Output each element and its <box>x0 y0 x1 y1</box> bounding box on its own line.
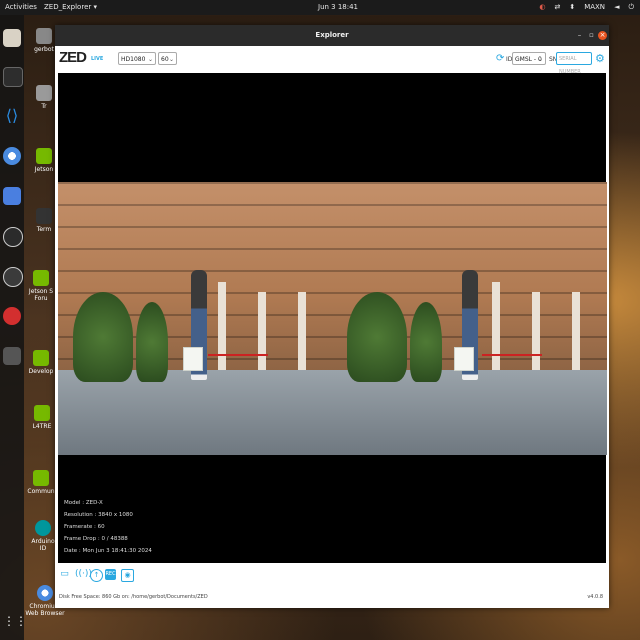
bag <box>454 347 474 371</box>
live-label: LIVE <box>91 56 104 62</box>
info-resolution: Resolution : 3840 x 1080 <box>64 512 133 518</box>
plant <box>73 292 133 382</box>
app-menu[interactable]: ZED_Explorer ▾ <box>44 0 97 15</box>
toolbar: ZED LIVE HD1080 ⌄ 60 ⌄ ⟳ ID GMSL - 0 ⌄ SN S… <box>55 46 609 75</box>
desktop-icon-arduino[interactable]: Arduino ID <box>28 520 58 552</box>
record-icon[interactable]: REC <box>105 569 116 580</box>
chevron-down-icon: ⌄ <box>537 56 543 63</box>
zed-logo: ZED <box>59 49 87 66</box>
desktop-icon-home[interactable]: gerbot <box>30 28 58 53</box>
desktop-icon-developer[interactable]: Develop <box>26 350 56 375</box>
video-viewer[interactable]: Model : ZED-X Resolution : 3840 x 1080 F… <box>58 73 607 563</box>
clock[interactable]: Jun 3 18:41 <box>318 0 358 15</box>
plant <box>410 302 442 382</box>
camera-select[interactable]: GMSL - 0 ⌄ <box>512 52 546 65</box>
power-icon[interactable]: ⏻ <box>628 0 634 15</box>
fps-select[interactable]: 60 ⌄ <box>158 52 177 65</box>
maximize-icon[interactable]: ▫ <box>587 31 596 40</box>
minimize-icon[interactable]: – <box>575 31 584 40</box>
plant <box>136 302 168 382</box>
activities-button[interactable]: Activities <box>5 0 37 15</box>
desktop-icon-jetson[interactable]: Jetson <box>30 148 58 173</box>
zed-explorer-window: Explorer – ▫ × ZED LIVE HD1080 ⌄ 60 ⌄ ⟳ ID… <box>55 25 609 608</box>
vscode-icon[interactable]: ⟨⟩ <box>3 107 21 125</box>
desktop-icon-community[interactable]: Commun <box>26 470 56 495</box>
close-icon[interactable]: × <box>598 31 607 40</box>
resolution-select[interactable]: HD1080 ⌄ <box>118 52 156 65</box>
language-icon[interactable]: ⇄ <box>554 0 560 15</box>
camera-snapshot-icon[interactable]: ◉ <box>121 569 134 582</box>
right-camera-frame <box>332 182 607 455</box>
left-camera-frame <box>58 182 333 455</box>
folder-icon[interactable]: ▭ <box>59 569 70 580</box>
stream-icon[interactable]: ((·)) <box>75 569 92 580</box>
system-tray[interactable]: ◐ ⇄ ⬍ MAXN ◄ ⏻ <box>539 0 634 15</box>
desktop-icon-forum[interactable]: Jetson S Foru <box>26 270 56 302</box>
info-model: Model : ZED-X <box>64 500 103 506</box>
info-frame-drop: Frame Drop : 0 / 48388 <box>64 536 128 542</box>
files-icon[interactable] <box>3 29 21 47</box>
dock: ⟨⟩ ⋮⋮ <box>0 15 27 640</box>
window-title: Explorer <box>315 31 349 39</box>
refresh-icon[interactable]: ⟳ <box>496 54 504 64</box>
info-date: Date : Mon Jun 3 18:41:30 2024 <box>64 548 152 554</box>
serial-number-input[interactable]: SERIAL NUMBER <box>556 52 592 75</box>
arduino-icon[interactable] <box>3 267 23 287</box>
window-titlebar[interactable]: Explorer <box>55 25 609 46</box>
chromium-icon[interactable] <box>3 147 21 165</box>
nvidia-tray-icon[interactable]: ◐ <box>539 0 545 15</box>
terminal-icon[interactable] <box>3 67 23 87</box>
desktop-icon-trash[interactable]: Tr <box>30 85 58 110</box>
screenshot-icon[interactable] <box>3 187 21 205</box>
show-apps-icon[interactable]: ⋮⋮ <box>3 612 27 630</box>
version-label: v4.0.8 <box>587 594 603 600</box>
network-icon[interactable]: ⬍ <box>569 0 575 15</box>
plant <box>347 292 407 382</box>
chevron-down-icon: ⌄ <box>168 56 174 63</box>
bottom-toolbar: ▭ ((·)) ↑ REC ◉ <box>55 565 609 585</box>
settings-gear-icon[interactable]: ⚙ <box>595 53 605 64</box>
chevron-down-icon: ⌄ <box>147 56 153 63</box>
obs-icon[interactable] <box>3 227 23 247</box>
bag <box>183 347 203 371</box>
desktop-icon-terminal[interactable]: Term <box>30 208 58 233</box>
ai-icon[interactable]: ↑ <box>90 569 103 582</box>
desktop-icon-l4t[interactable]: L4TRE <box>28 405 56 430</box>
volume-icon[interactable]: ◄ <box>614 0 619 15</box>
disk-free-space: Disk Free Space: 860 Gb on: /home/gerbot… <box>59 594 208 600</box>
info-framerate: Framerate : 60 <box>64 524 105 530</box>
top-bar: Activities ZED_Explorer ▾ Jun 3 18:41 ◐ … <box>0 0 640 15</box>
update-icon[interactable] <box>3 307 21 325</box>
app-icon[interactable] <box>3 347 21 365</box>
user-label[interactable]: MAXN <box>584 0 605 15</box>
